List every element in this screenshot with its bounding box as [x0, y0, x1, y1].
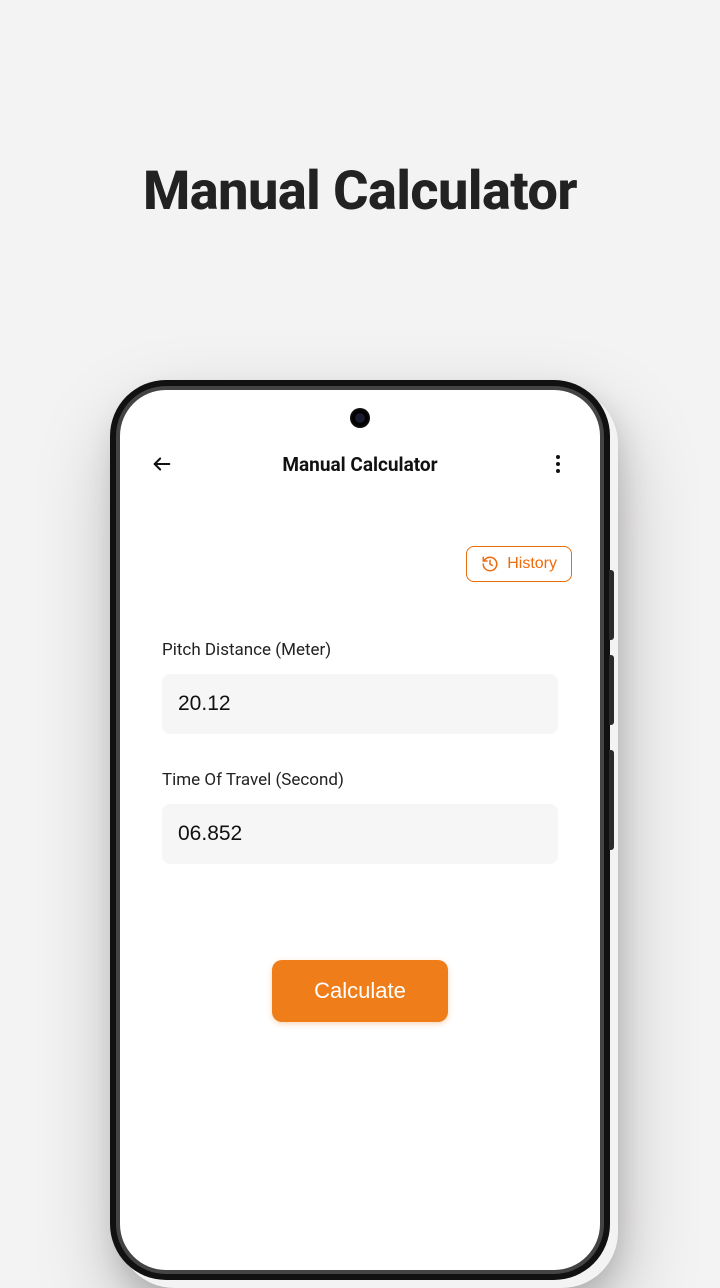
- phone-mockup: Manual Calculator: [110, 380, 610, 1280]
- pitch-distance-label: Pitch Distance (Meter): [162, 640, 558, 660]
- app-header: Manual Calculator: [142, 440, 578, 488]
- app-title: Manual Calculator: [282, 453, 437, 476]
- volume-up-button: [609, 570, 614, 640]
- history-label: History: [507, 555, 557, 573]
- camera-cutout: [350, 408, 370, 428]
- page-title: Manual Calculator: [0, 0, 720, 223]
- time-travel-input[interactable]: [162, 804, 558, 864]
- form-area: Pitch Distance (Meter) Time Of Travel (S…: [142, 640, 578, 1022]
- more-vertical-icon: [556, 455, 560, 473]
- history-icon: [481, 555, 499, 573]
- calculate-button[interactable]: Calculate: [272, 960, 448, 1022]
- more-menu-button[interactable]: [542, 448, 574, 480]
- power-button: [609, 750, 614, 850]
- pitch-distance-input[interactable]: [162, 674, 558, 734]
- history-button[interactable]: History: [466, 546, 572, 582]
- time-travel-label: Time Of Travel (Second): [162, 770, 558, 790]
- back-button[interactable]: [146, 448, 178, 480]
- volume-down-button: [609, 655, 614, 725]
- app-root: Manual Calculator: [120, 390, 600, 1022]
- arrow-left-icon: [151, 453, 173, 475]
